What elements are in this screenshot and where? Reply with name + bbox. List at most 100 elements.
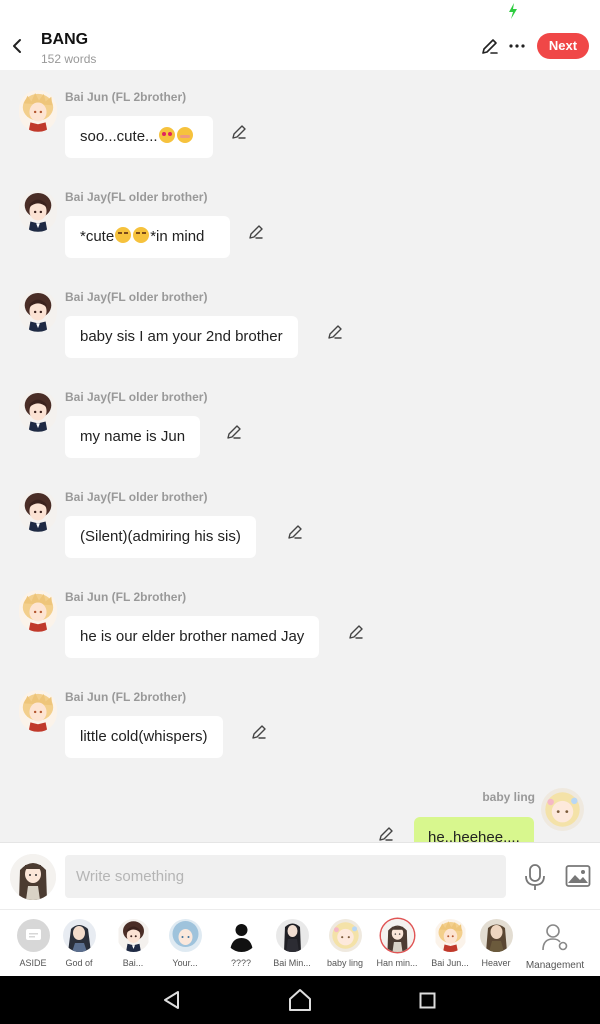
pencil-icon[interactable] [230,123,248,141]
character-item[interactable]: Bai... [109,916,157,974]
pencil-icon[interactable] [286,523,304,541]
pencil-icon[interactable] [377,825,395,842]
message: Bai Jay(FL older brother) baby sis I am … [0,270,600,370]
avatar [434,919,467,952]
character-item[interactable]: Heaver [472,916,520,974]
message-bubble[interactable]: he..heehee.... [414,817,534,842]
character-label: Bai... [122,958,144,968]
pencil-icon[interactable] [225,423,243,441]
avatar[interactable] [19,490,57,532]
mic-icon[interactable] [523,863,547,891]
avatar [169,919,202,952]
avatar [63,919,96,952]
character-bar: ASIDE God of Bai... Your... ???? Bai Min… [0,909,600,976]
message-bubble[interactable]: my name is Jun [65,416,201,458]
nav-home-icon[interactable] [287,988,313,1012]
character-label: Bai Min... [273,958,311,968]
character-aside[interactable]: ASIDE [9,916,57,974]
own-message: baby ling he..heehee.... [0,770,600,842]
avatar[interactable] [19,590,57,632]
nav-recents-icon[interactable] [419,992,436,1009]
aside-icon [17,919,50,952]
character-item[interactable]: ???? [217,916,265,974]
message-text: soo...cute... [80,128,158,145]
pencil-icon[interactable] [250,723,268,741]
message: Bai Jay(FL older brother) my name is Jun [0,370,600,470]
silhouette-avatar [225,919,258,952]
composer-avatar[interactable] [10,854,56,900]
character-item[interactable]: Bai Min... [268,916,316,974]
character-label: Han min... [376,958,418,968]
avatar[interactable] [19,190,57,232]
message: Bai Jun (FL 2brother) soo...cute... [0,70,600,170]
character-label: ASIDE [19,958,47,968]
header: BANG 152 words Next [0,22,600,70]
message: Bai Jun (FL 2brother) little cold(whispe… [0,670,600,770]
composer [0,842,600,909]
angry-emoji-icon [133,227,150,243]
character-label: ???? [230,958,252,968]
message-sender: Bai Jay(FL older brother) [65,190,208,204]
pencil-icon[interactable] [247,223,265,241]
system-nav-bar [0,976,600,1024]
avatar[interactable] [19,390,57,432]
more-icon[interactable] [507,36,527,56]
message-bubble[interactable]: baby sis I am your 2nd brother [65,316,298,358]
message-input[interactable] [65,855,506,898]
message-sender: Bai Jay(FL older brother) [65,290,208,304]
pencil-icon[interactable] [326,323,344,341]
management-label: Management [525,960,585,971]
character-item-selected[interactable]: Han min... [373,916,421,974]
charge-icon [509,3,517,19]
avatar[interactable] [19,290,57,332]
status-bar [0,0,600,22]
message: Bai Jay(FL older brother) (Silent)(admir… [0,470,600,570]
angry-emoji-icon [115,227,132,243]
heart-eyes-emoji-icon [158,127,175,143]
character-item[interactable]: Bai Jun... [426,916,474,974]
message-text: *in mind [150,228,205,245]
blush-emoji-icon [176,127,193,143]
avatar [329,919,362,952]
character-label: Bai Jun... [431,958,469,968]
message-sender: Bai Jay(FL older brother) [65,490,208,504]
message-bubble[interactable]: little cold(whispers) [65,716,223,758]
chat-area[interactable]: Bai Jun (FL 2brother) soo...cute... Bai … [0,70,600,842]
character-label: God of [65,958,93,968]
character-item[interactable]: God of [55,916,103,974]
message-text: *cute [80,228,115,245]
message-bubble[interactable]: he is our elder brother named Jay [65,616,320,658]
avatar[interactable] [19,90,57,132]
character-item[interactable]: baby ling [321,916,369,974]
image-icon[interactable] [565,864,591,888]
message-sender: Bai Jun (FL 2brother) [65,590,187,604]
message-sender: Bai Jun (FL 2brother) [65,690,187,704]
avatar [117,919,150,952]
avatar [276,919,309,952]
character-item[interactable]: Your... [161,916,209,974]
message: Bai Jun (FL 2brother) he is our elder br… [0,570,600,670]
character-label: Your... [172,958,198,968]
story-title: BANG [41,31,89,48]
message-sender: Bai Jun (FL 2brother) [65,90,187,104]
nav-back-icon[interactable] [161,989,183,1011]
avatar [381,919,414,952]
pencil-icon[interactable] [347,623,365,641]
message-bubble[interactable]: soo...cute... [65,116,213,158]
message-bubble[interactable]: *cute *in mind [65,216,230,258]
avatar[interactable] [541,788,584,831]
avatar [480,919,513,952]
next-button[interactable]: Next [537,33,589,59]
character-label: baby ling [326,958,364,968]
message: Bai Jay(FL older brother) *cute *in mind [0,170,600,270]
character-label: Heaver [481,958,511,968]
word-count: 152 words [41,52,97,66]
back-arrow-icon[interactable] [6,34,28,58]
message-bubble[interactable]: (Silent)(admiring his sis) [65,516,256,558]
message-sender: baby ling [482,790,535,804]
avatar[interactable] [19,690,57,732]
management-icon [542,924,568,951]
management-button[interactable]: Management [526,916,584,974]
message-sender: Bai Jay(FL older brother) [65,390,208,404]
pencil-icon[interactable] [480,36,500,56]
